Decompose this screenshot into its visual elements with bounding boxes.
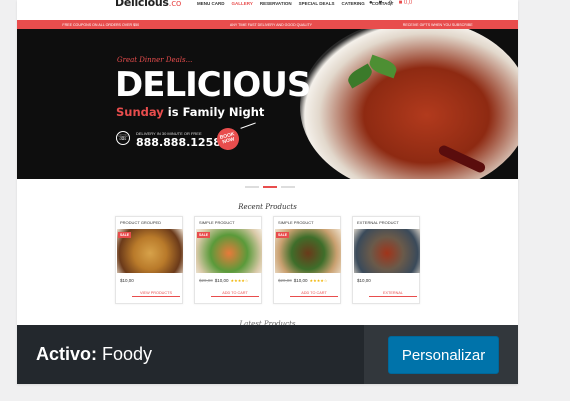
product-card[interactable]: SIMPLE PRODUCT SALE $20,00 $10,00 ★★★★☆ AD… xyxy=(273,216,341,304)
food-plate-image xyxy=(300,29,518,179)
promo-topbar: FREE COUPONS ON ALL ORDERS OVER $50 ANY … xyxy=(17,20,518,29)
cart-count: 0,0 xyxy=(403,0,413,6)
product-card[interactable]: SIMPLE PRODUCT SALE $20,00 $10,00 ★★★★☆ AD… xyxy=(194,216,262,304)
product-category: EXTERNAL PRODUCT xyxy=(357,220,399,225)
site-header: Delicious.co MENU CARD GALLERY RESERVATI… xyxy=(17,0,518,20)
add-to-cart-button[interactable]: ADD TO CART xyxy=(290,291,338,297)
slider-dot[interactable] xyxy=(281,186,295,188)
product-price: $10,00 xyxy=(120,278,134,283)
product-price: $20,00 $10,00 ★★★★☆ xyxy=(199,278,249,283)
hero-tagline: Great Dinner Deals... xyxy=(117,56,193,64)
promo-item: ANY TIME FAST DELIVERY AND GOOD QUALITY xyxy=(229,22,313,27)
theme-card[interactable]: Delicious.co MENU CARD GALLERY RESERVATI… xyxy=(17,0,518,384)
sale-badge: SALE xyxy=(276,232,290,238)
promo-item: FREE COUPONS ON ALL ORDERS OVER $50 xyxy=(62,22,140,27)
product-category: SIMPLE PRODUCT xyxy=(199,220,235,225)
nav-item-special-deals[interactable]: SPECIAL DEALS xyxy=(299,1,335,6)
section-title: Recent Products xyxy=(238,203,297,211)
header-icons: ● ♥ ⚲ ■ 0,0 xyxy=(369,0,412,7)
sale-badge: SALE xyxy=(197,232,211,238)
phone-number: 888.888.1258 xyxy=(136,136,221,149)
customize-button[interactable]: Personalizar xyxy=(388,336,499,374)
sale-badge: SALE xyxy=(118,232,132,238)
cart-icon[interactable]: ■ 0,0 xyxy=(399,0,413,7)
product-category: SIMPLE PRODUCT xyxy=(278,220,314,225)
product-list: PRODUCT GROUPED SALE $10,00 VIEW PRODUCT… xyxy=(115,216,421,304)
product-card[interactable]: PRODUCT GROUPED SALE $10,00 VIEW PRODUCT… xyxy=(115,216,183,304)
site-logo[interactable]: Delicious.co xyxy=(115,0,181,9)
product-price: $20,00 $10,00 ★★★★☆ xyxy=(278,278,328,283)
nav-item-reservation[interactable]: RESERVATION xyxy=(260,1,292,6)
nav-item-gallery[interactable]: GALLERY xyxy=(232,1,253,6)
product-image[interactable] xyxy=(354,229,420,273)
theme-footer: Activo: Foody Personalizar xyxy=(17,325,518,384)
slider-dots xyxy=(245,186,295,188)
promo-item: RECEIVE GIFTS WHEN YOU SUBSCRIBE xyxy=(402,22,473,27)
user-icon[interactable]: ● xyxy=(369,0,373,7)
nav-item-catering[interactable]: CATERING xyxy=(342,1,365,6)
arrow-icon xyxy=(240,122,258,134)
hero-banner: Great Dinner Deals... DELICIOUS Sunday i… xyxy=(17,29,518,179)
hero-title: DELICIOUS xyxy=(115,65,311,105)
product-price: $10,00 xyxy=(357,278,371,283)
phone-icon: ☏ xyxy=(116,131,130,145)
product-card[interactable]: EXTERNAL PRODUCT $10,00 EXTERNAL xyxy=(352,216,420,304)
view-products-button[interactable]: VIEW PRODUCTS xyxy=(132,291,180,297)
add-to-cart-button[interactable]: ADD TO CART xyxy=(211,291,259,297)
site-nav: MENU CARD GALLERY RESERVATION SPECIAL DE… xyxy=(197,1,393,6)
active-theme-label: Activo: Foody xyxy=(36,344,153,364)
heart-icon[interactable]: ♥ xyxy=(379,0,383,7)
product-category: PRODUCT GROUPED xyxy=(120,220,162,225)
rating-stars: ★★★★☆ xyxy=(230,278,249,283)
slider-dot[interactable] xyxy=(245,186,259,188)
search-icon[interactable]: ⚲ xyxy=(388,0,392,7)
slider-dot[interactable] xyxy=(263,186,277,188)
nav-item-menu-card[interactable]: MENU CARD xyxy=(197,1,225,6)
theme-name: Foody xyxy=(102,344,153,364)
rating-stars: ★★★★☆ xyxy=(309,278,328,283)
external-button[interactable]: EXTERNAL xyxy=(369,291,417,297)
hero-subtitle: Sunday is Family Night xyxy=(116,105,265,119)
